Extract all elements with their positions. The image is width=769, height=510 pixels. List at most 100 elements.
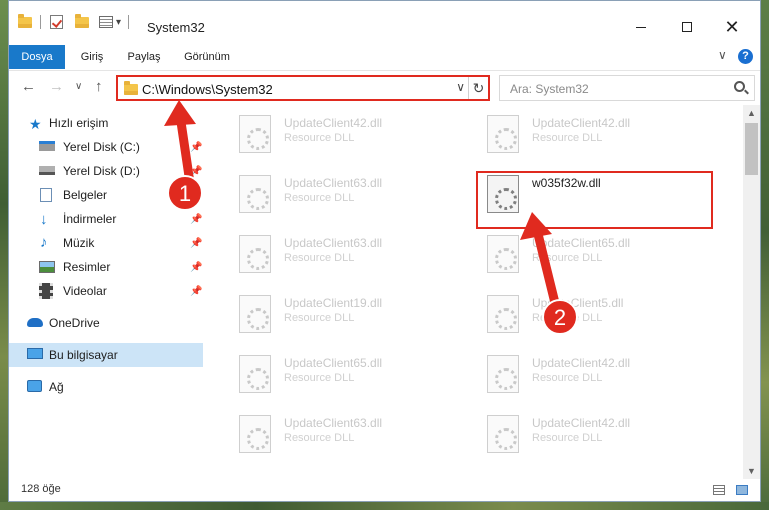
sidebar-item-label: İndirmeler bbox=[63, 212, 117, 226]
customize-toolbar-dropdown[interactable]: ▾ bbox=[116, 17, 121, 28]
navigation-pane: ★ Hızlı erişim Yerel Disk (C:) 📌 Yerel D… bbox=[9, 105, 213, 479]
file-item[interactable]: UpdateClient42.dll Resource DLL bbox=[477, 349, 707, 395]
properties-icon[interactable] bbox=[99, 16, 113, 28]
star-icon: ★ bbox=[29, 116, 42, 132]
highlight-box-target-file bbox=[476, 171, 713, 229]
file-item[interactable]: UpdateClient65.dll Resource DLL bbox=[229, 349, 459, 395]
title-bar: ▾ System32 ✕ bbox=[9, 1, 760, 41]
file-name: UpdateClient42.dll bbox=[532, 416, 631, 430]
pin-icon[interactable]: 📌 bbox=[190, 238, 202, 249]
sidebar-item-this-pc[interactable]: Bu bilgisayar bbox=[9, 343, 203, 367]
sidebar-item-downloads[interactable]: ↓ İndirmeler 📌 bbox=[9, 207, 203, 231]
file-name: UpdateClient42.dll bbox=[284, 116, 383, 130]
maximize-button[interactable] bbox=[664, 12, 710, 42]
sidebar-item-videos[interactable]: Videolar 📌 bbox=[9, 279, 203, 303]
sidebar-item-label: Belgeler bbox=[63, 188, 108, 202]
pin-icon[interactable]: 📌 bbox=[190, 286, 202, 297]
pin-icon[interactable]: 📌 bbox=[190, 262, 202, 273]
dll-file-icon bbox=[487, 115, 519, 153]
tab-file[interactable]: Dosya bbox=[9, 45, 65, 69]
folder-icon bbox=[18, 13, 32, 28]
file-item[interactable]: UpdateClient65.dll Resource DLL bbox=[477, 229, 707, 275]
tab-view[interactable]: Görünüm bbox=[179, 45, 235, 69]
desktop-background-left bbox=[0, 0, 8, 510]
scroll-thumb[interactable] bbox=[745, 123, 758, 175]
file-item[interactable]: UpdateClient42.dll Resource DLL bbox=[477, 409, 707, 455]
folder-icon bbox=[124, 81, 138, 95]
file-name: UpdateClient65.dll bbox=[284, 356, 383, 370]
up-button[interactable]: ↑ bbox=[95, 78, 103, 95]
pictures-icon bbox=[39, 261, 55, 273]
music-icon: ♪ bbox=[40, 234, 48, 251]
sidebar-item-label: Yerel Disk (D:) bbox=[63, 164, 140, 178]
properties-check-icon[interactable] bbox=[50, 15, 63, 29]
window-title: System32 bbox=[147, 20, 205, 35]
pin-icon[interactable]: 📌 bbox=[190, 166, 202, 177]
file-type: Resource DLL bbox=[532, 132, 603, 144]
file-name: UpdateClient63.dll bbox=[284, 416, 383, 430]
file-type: Resource DLL bbox=[284, 192, 355, 204]
navigation-bar: ← → ∨ ↑ C:\Windows\System32 ∨ ↻ Ara: Sys… bbox=[9, 70, 760, 104]
address-dropdown-button[interactable]: ∨ bbox=[456, 80, 465, 94]
help-icon[interactable]: ? bbox=[738, 49, 753, 64]
vertical-scrollbar[interactable]: ▲ ▼ bbox=[743, 105, 760, 479]
computer-icon bbox=[27, 348, 43, 359]
file-item[interactable]: UpdateClient5.dll Resource DLL bbox=[477, 289, 707, 335]
dll-file-icon bbox=[487, 415, 519, 453]
file-name: UpdateClient63.dll bbox=[284, 176, 383, 190]
pin-icon[interactable]: 📌 bbox=[190, 142, 202, 153]
details-view-icon[interactable] bbox=[713, 485, 725, 495]
sidebar-item-music[interactable]: ♪ Müzik 📌 bbox=[9, 231, 203, 255]
tab-share[interactable]: Paylaş bbox=[122, 45, 166, 69]
file-name: UpdateClient5.dll bbox=[532, 296, 624, 310]
dll-file-icon bbox=[239, 355, 271, 393]
sidebar-item-pictures[interactable]: Resimler 📌 bbox=[9, 255, 203, 279]
tab-home[interactable]: Giriş bbox=[72, 45, 112, 69]
search-input[interactable]: Ara: System32 bbox=[510, 82, 589, 96]
dll-file-icon bbox=[239, 235, 271, 273]
close-button[interactable]: ✕ bbox=[709, 12, 755, 42]
file-item[interactable]: UpdateClient19.dll Resource DLL bbox=[229, 289, 459, 335]
search-box[interactable]: Ara: System32 bbox=[499, 75, 755, 101]
refresh-button[interactable]: ↻ bbox=[468, 77, 488, 99]
file-type: Resource DLL bbox=[284, 432, 355, 444]
address-path[interactable]: C:\Windows\System32 bbox=[142, 82, 273, 97]
item-count: 128 öğe bbox=[21, 483, 61, 495]
pin-icon[interactable]: 📌 bbox=[190, 214, 202, 225]
pin-icon[interactable]: 📌 bbox=[190, 190, 202, 201]
file-name: UpdateClient63.dll bbox=[284, 236, 383, 250]
desktop-background-right bbox=[761, 0, 769, 510]
new-folder-icon[interactable] bbox=[75, 13, 89, 28]
back-button[interactable]: ← bbox=[21, 78, 36, 95]
file-type: Resource DLL bbox=[284, 312, 355, 324]
sidebar-item-network[interactable]: Ağ bbox=[9, 375, 203, 399]
expand-ribbon-icon[interactable]: ∨ bbox=[718, 48, 727, 62]
sidebar-item-onedrive[interactable]: OneDrive bbox=[9, 311, 203, 335]
ribbon-tabs: Dosya Giriş Paylaş Görünüm ∨ ? bbox=[9, 45, 760, 69]
dll-file-icon bbox=[487, 355, 519, 393]
download-icon: ↓ bbox=[40, 211, 48, 228]
sidebar-item-documents[interactable]: Belgeler 📌 bbox=[9, 183, 203, 207]
large-icons-view-icon[interactable] bbox=[736, 485, 748, 495]
scroll-down-button[interactable]: ▼ bbox=[743, 463, 760, 479]
documents-icon bbox=[40, 188, 52, 202]
file-item[interactable]: UpdateClient63.dll Resource DLL bbox=[229, 409, 459, 455]
file-item[interactable]: UpdateClient42.dll Resource DLL bbox=[229, 109, 459, 155]
scroll-up-button[interactable]: ▲ bbox=[743, 105, 760, 121]
address-bar[interactable]: C:\Windows\System32 ∨ ↻ bbox=[116, 75, 490, 101]
recent-locations-button[interactable]: ∨ bbox=[75, 81, 82, 92]
forward-button[interactable]: → bbox=[49, 78, 64, 95]
file-item[interactable]: UpdateClient63.dll Resource DLL bbox=[229, 169, 459, 215]
minimize-button[interactable] bbox=[618, 12, 664, 42]
sidebar-item-quick-access[interactable]: ★ Hızlı erişim bbox=[9, 111, 203, 135]
sidebar-item-label: Müzik bbox=[63, 236, 95, 250]
file-item[interactable]: UpdateClient63.dll Resource DLL bbox=[229, 229, 459, 275]
dll-file-icon bbox=[239, 295, 271, 333]
file-list: UpdateClient42.dll Resource DLL UpdateCl… bbox=[219, 105, 741, 479]
sidebar-item-disk-c[interactable]: Yerel Disk (C:) 📌 bbox=[9, 135, 203, 159]
sidebar-item-label: Resimler bbox=[63, 260, 111, 274]
file-item[interactable]: UpdateClient42.dll Resource DLL bbox=[477, 109, 707, 155]
sidebar-item-disk-d[interactable]: Yerel Disk (D:) 📌 bbox=[9, 159, 203, 183]
sidebar-item-label: Videolar bbox=[63, 284, 107, 298]
dll-file-icon bbox=[487, 235, 519, 273]
